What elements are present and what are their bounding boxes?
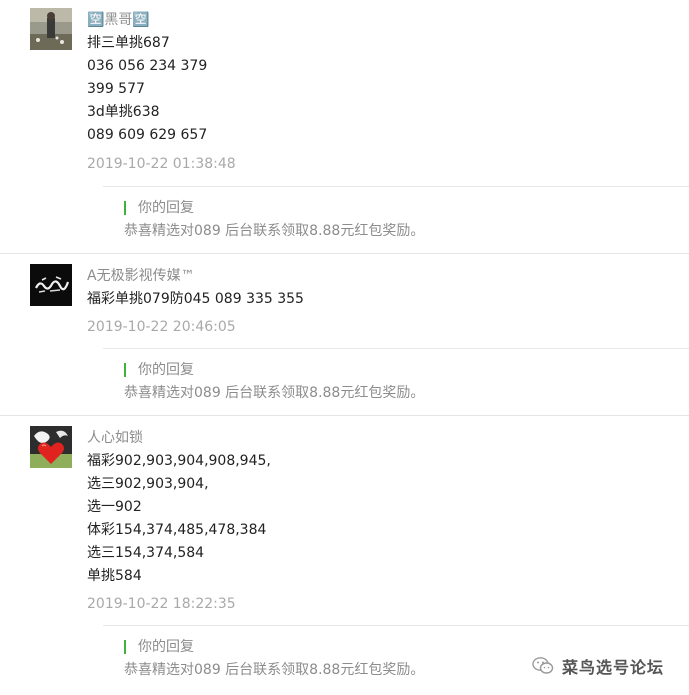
nickname: A无极影视传媒™ <box>87 268 195 284</box>
nickname: 人心如锁 <box>87 430 143 446</box>
reply-separator <box>103 625 689 626</box>
comment-line: 选三154,374,584 <box>87 545 205 561</box>
comment-line: 036 056 234 379 <box>87 58 208 74</box>
reply-text: 恭喜精选对089 后台联系领取8.88元红包奖励。 <box>124 223 425 239</box>
comment-time: 2019-10-22 18:22:35 <box>87 596 236 612</box>
comment-line: 089 609 629 657 <box>87 127 208 143</box>
reply-indicator <box>124 363 126 377</box>
comment-line: 选一902 <box>87 499 142 515</box>
comment-line: 排三单挑687 <box>87 35 170 51</box>
comment-time: 2019-10-22 20:46:05 <box>87 319 236 335</box>
reply-indicator <box>124 640 126 654</box>
avatar[interactable] <box>30 264 72 306</box>
reply-separator <box>103 186 689 187</box>
comment-item: A无极影视传媒™ 福彩单挑079防045 089 335 355 2019-10… <box>0 254 689 416</box>
comment-line: 福彩902,903,904,908,945, <box>87 453 271 469</box>
comment-line: 福彩单挑079防045 089 335 355 <box>87 291 304 307</box>
reply-indicator <box>124 201 126 215</box>
watermark-text: 菜鸟选号论坛 <box>562 658 665 677</box>
comment-time: 2019-10-22 01:38:48 <box>87 156 236 172</box>
reply-separator <box>103 348 689 349</box>
nickname: 🈳黑哥🈳 <box>87 12 150 28</box>
reply-label: 你的回复 <box>138 639 194 655</box>
comment-item: 🈳黑哥🈳 排三单挑687 036 056 234 379 399 577 3d单… <box>0 0 689 254</box>
reply-label: 你的回复 <box>138 200 194 216</box>
comment-line: 选三902,903,904, <box>87 476 209 492</box>
comment-body: 福彩单挑079防045 089 335 355 <box>87 288 304 311</box>
comment-line: 单挑584 <box>87 568 142 584</box>
wechat-icon <box>532 656 554 676</box>
watermark: 菜鸟选号论坛 <box>532 654 664 678</box>
avatar[interactable] <box>30 426 72 468</box>
comment-line: 399 577 <box>87 81 145 97</box>
comment-line: 体彩154,374,485,478,384 <box>87 522 267 538</box>
reply-text: 恭喜精选对089 后台联系领取8.88元红包奖励。 <box>124 385 425 401</box>
comment-body: 排三单挑687 036 056 234 379 399 577 3d单挑638 … <box>87 32 207 147</box>
reply-label: 你的回复 <box>138 362 194 378</box>
comment-line: 3d单挑638 <box>87 104 160 120</box>
comment-body: 福彩902,903,904,908,945, 选三902,903,904, 选一… <box>87 450 271 588</box>
avatar[interactable] <box>30 8 72 50</box>
reply-text: 恭喜精选对089 后台联系领取8.88元红包奖励。 <box>124 662 425 678</box>
